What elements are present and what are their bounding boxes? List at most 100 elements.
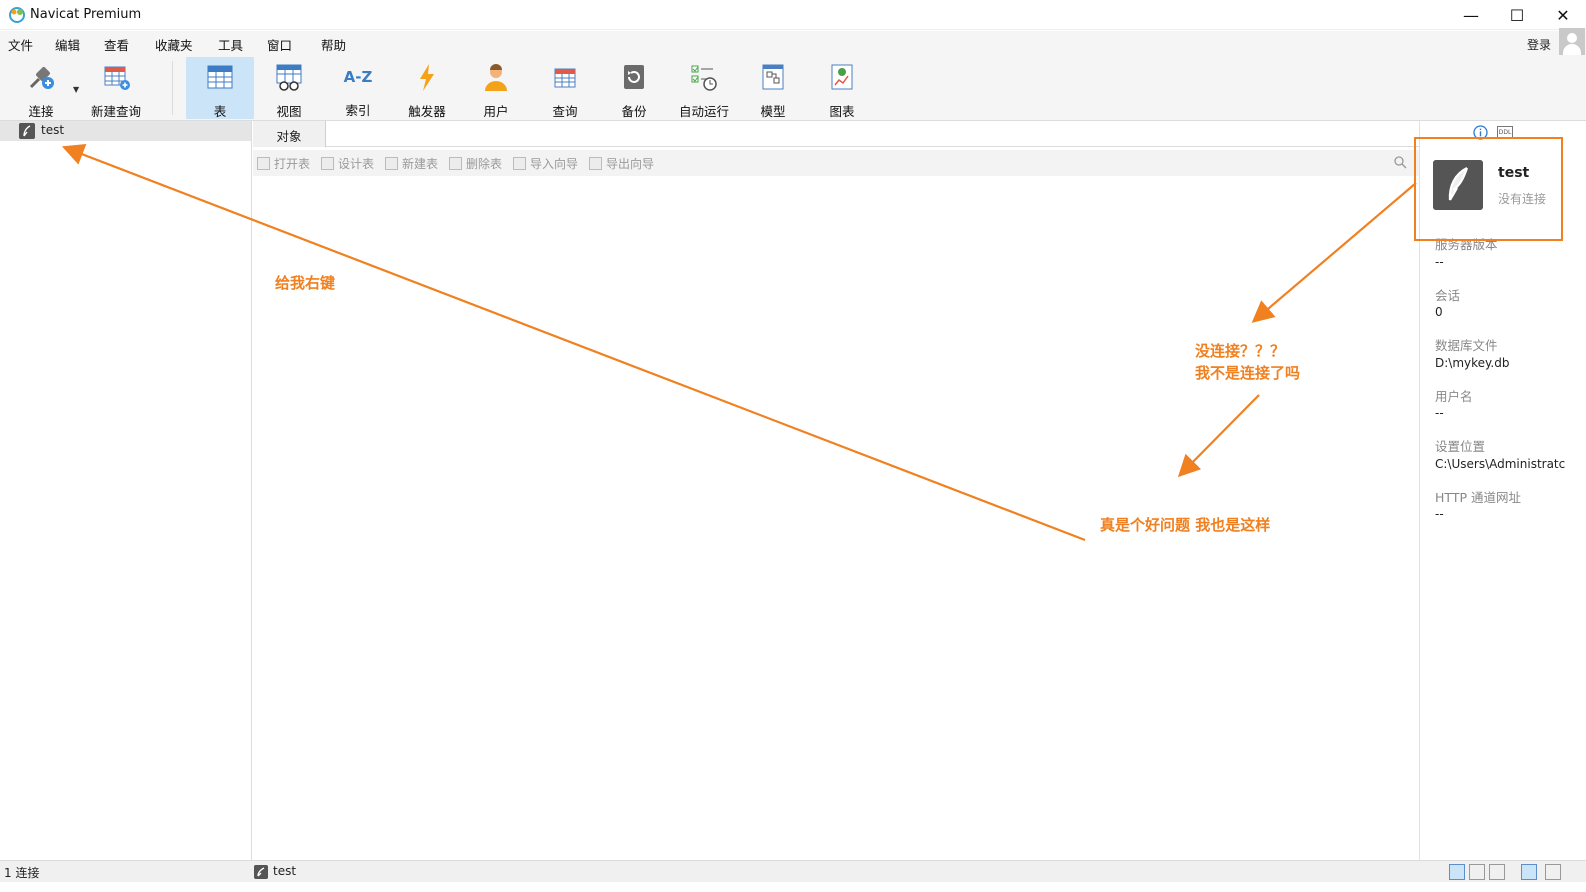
design-table-button[interactable]: 设计表 [321,155,374,172]
info-label-sessions: 会话 [1435,288,1461,303]
chart-label: 图表 [829,104,855,119]
connection-navigator: test [0,121,252,868]
import-wizard-button[interactable]: 导入向导 [513,155,578,172]
annotation-right-click: 给我右键 [275,274,336,292]
view-icon [273,61,305,93]
connect-label: 连接 [28,104,54,119]
table-label: 表 [213,104,227,119]
info-value-username: -- [1435,406,1444,420]
menu-edit[interactable]: 编辑 [55,35,80,54]
trigger-label: 触发器 [408,104,446,119]
new-query-icon [100,61,132,93]
info-value-sessions: 0 [1435,305,1443,319]
close-button[interactable]: ✕ [1540,0,1586,30]
connection-label: test [41,123,65,137]
new-table-icon [385,157,398,170]
menu-bar: 文件 编辑 查看 收藏夹 工具 窗口 帮助 登录 [0,31,1586,55]
chart-button[interactable]: 图表 [815,57,869,119]
index-icon: A-Z [343,67,373,86]
import-wizard-label: 导入向导 [530,157,579,171]
info-label-username: 用户名 [1435,389,1473,404]
new-query-label: 新建查询 [90,104,141,119]
model-icon [757,61,789,93]
open-table-label: 打开表 [274,157,311,171]
autorun-button[interactable]: 自动运行 [672,57,736,119]
new-query-button[interactable]: 新建查询 [88,57,144,119]
index-label: 索引 [345,103,371,118]
open-table-icon [257,157,270,170]
maximize-button[interactable]: ☐ [1494,0,1540,30]
trigger-button[interactable]: 触发器 [400,57,454,119]
info-label-http-tunnel: HTTP 通道网址 [1435,490,1521,505]
delete-table-icon [449,157,462,170]
open-table-button[interactable]: 打开表 [257,155,310,172]
query-button[interactable]: 查询 [538,57,592,119]
window-title: Navicat Premium [30,7,142,22]
chevron-down-icon[interactable]: ▼ [73,85,79,94]
login-link[interactable]: 登录 [1527,36,1551,53]
tab-bar: 对象 [253,121,1439,147]
sqlite-feather-icon [254,865,268,879]
info-label-settings-location: 设置位置 [1435,439,1486,454]
list-view-button[interactable] [1469,864,1485,880]
backup-button[interactable]: 备份 [607,57,661,119]
menu-file[interactable]: 文件 [8,35,33,54]
minimize-button[interactable]: — [1448,0,1494,30]
design-table-label: 设计表 [338,157,375,171]
autorun-label: 自动运行 [678,104,729,119]
info-value-database-file: D:\mykey.db [1435,356,1510,370]
annotation-question-2: 我不是连接了吗 [1195,364,1301,382]
object-toolbar: 打开表 设计表 新建表 删除表 导入向导 导出向导 [253,150,1419,176]
model-button[interactable]: 模型 [746,57,800,119]
current-connection: test [273,864,297,878]
query-icon [549,61,581,93]
connect-button[interactable]: 连接 [14,57,68,119]
design-table-icon [321,157,334,170]
toggle-info-panel-button[interactable] [1545,864,1561,880]
new-table-label: 新建表 [402,157,439,171]
delete-table-label: 删除表 [466,157,503,171]
info-value-server-version: -- [1435,255,1444,269]
status-bar: 1 连接 test [0,860,1586,882]
tab-objects[interactable]: 对象 [253,121,326,147]
chart-icon [826,61,858,93]
connection-item-test[interactable]: test [0,121,251,141]
new-table-button[interactable]: 新建表 [385,155,438,172]
menu-help[interactable]: 帮助 [321,35,346,54]
model-label: 模型 [760,104,786,119]
menu-favorites[interactable]: 收藏夹 [155,35,193,54]
annotation-highlight-box [1414,137,1563,241]
menu-view[interactable]: 查看 [104,35,129,54]
backup-icon [618,61,650,93]
annotation-good-question: 真是个好问题 我也是这样 [1100,516,1271,534]
menu-tools[interactable]: 工具 [218,35,243,54]
query-label: 查询 [552,104,578,119]
info-label-database-file: 数据库文件 [1435,338,1498,353]
export-wizard-icon [589,157,602,170]
connection-count: 1 连接 [4,866,40,880]
user-avatar-icon[interactable] [1559,28,1585,56]
grid-view-button[interactable] [1449,864,1465,880]
info-value-http-tunnel: -- [1435,507,1444,521]
table-icon [204,61,236,93]
menu-window[interactable]: 窗口 [267,35,292,54]
info-value-settings-location: C:\Users\Administratc [1435,457,1566,471]
user-label: 用户 [483,104,509,119]
autorun-icon [688,61,720,93]
index-button[interactable]: A-Z 索引 [331,57,385,119]
import-wizard-icon [513,157,526,170]
export-wizard-button[interactable]: 导出向导 [589,155,654,172]
detail-view-button[interactable] [1489,864,1505,880]
main-toolbar: 连接 ▼ 新建查询 表 视图 A-Z 索引 触发器 用户 查询 备份 自动运行 … [0,55,1586,121]
lightning-icon [411,61,443,93]
sqlite-feather-icon [19,123,35,139]
table-button[interactable]: 表 [186,57,254,119]
user-button[interactable]: 用户 [469,57,523,119]
delete-table-button[interactable]: 删除表 [449,155,502,172]
view-button[interactable]: 视图 [262,57,316,119]
toolbar-divider [172,61,173,115]
toggle-navigator-button[interactable] [1521,864,1537,880]
navicat-logo-icon [9,7,25,23]
backup-label: 备份 [621,104,647,119]
search-icon[interactable] [1393,155,1407,169]
